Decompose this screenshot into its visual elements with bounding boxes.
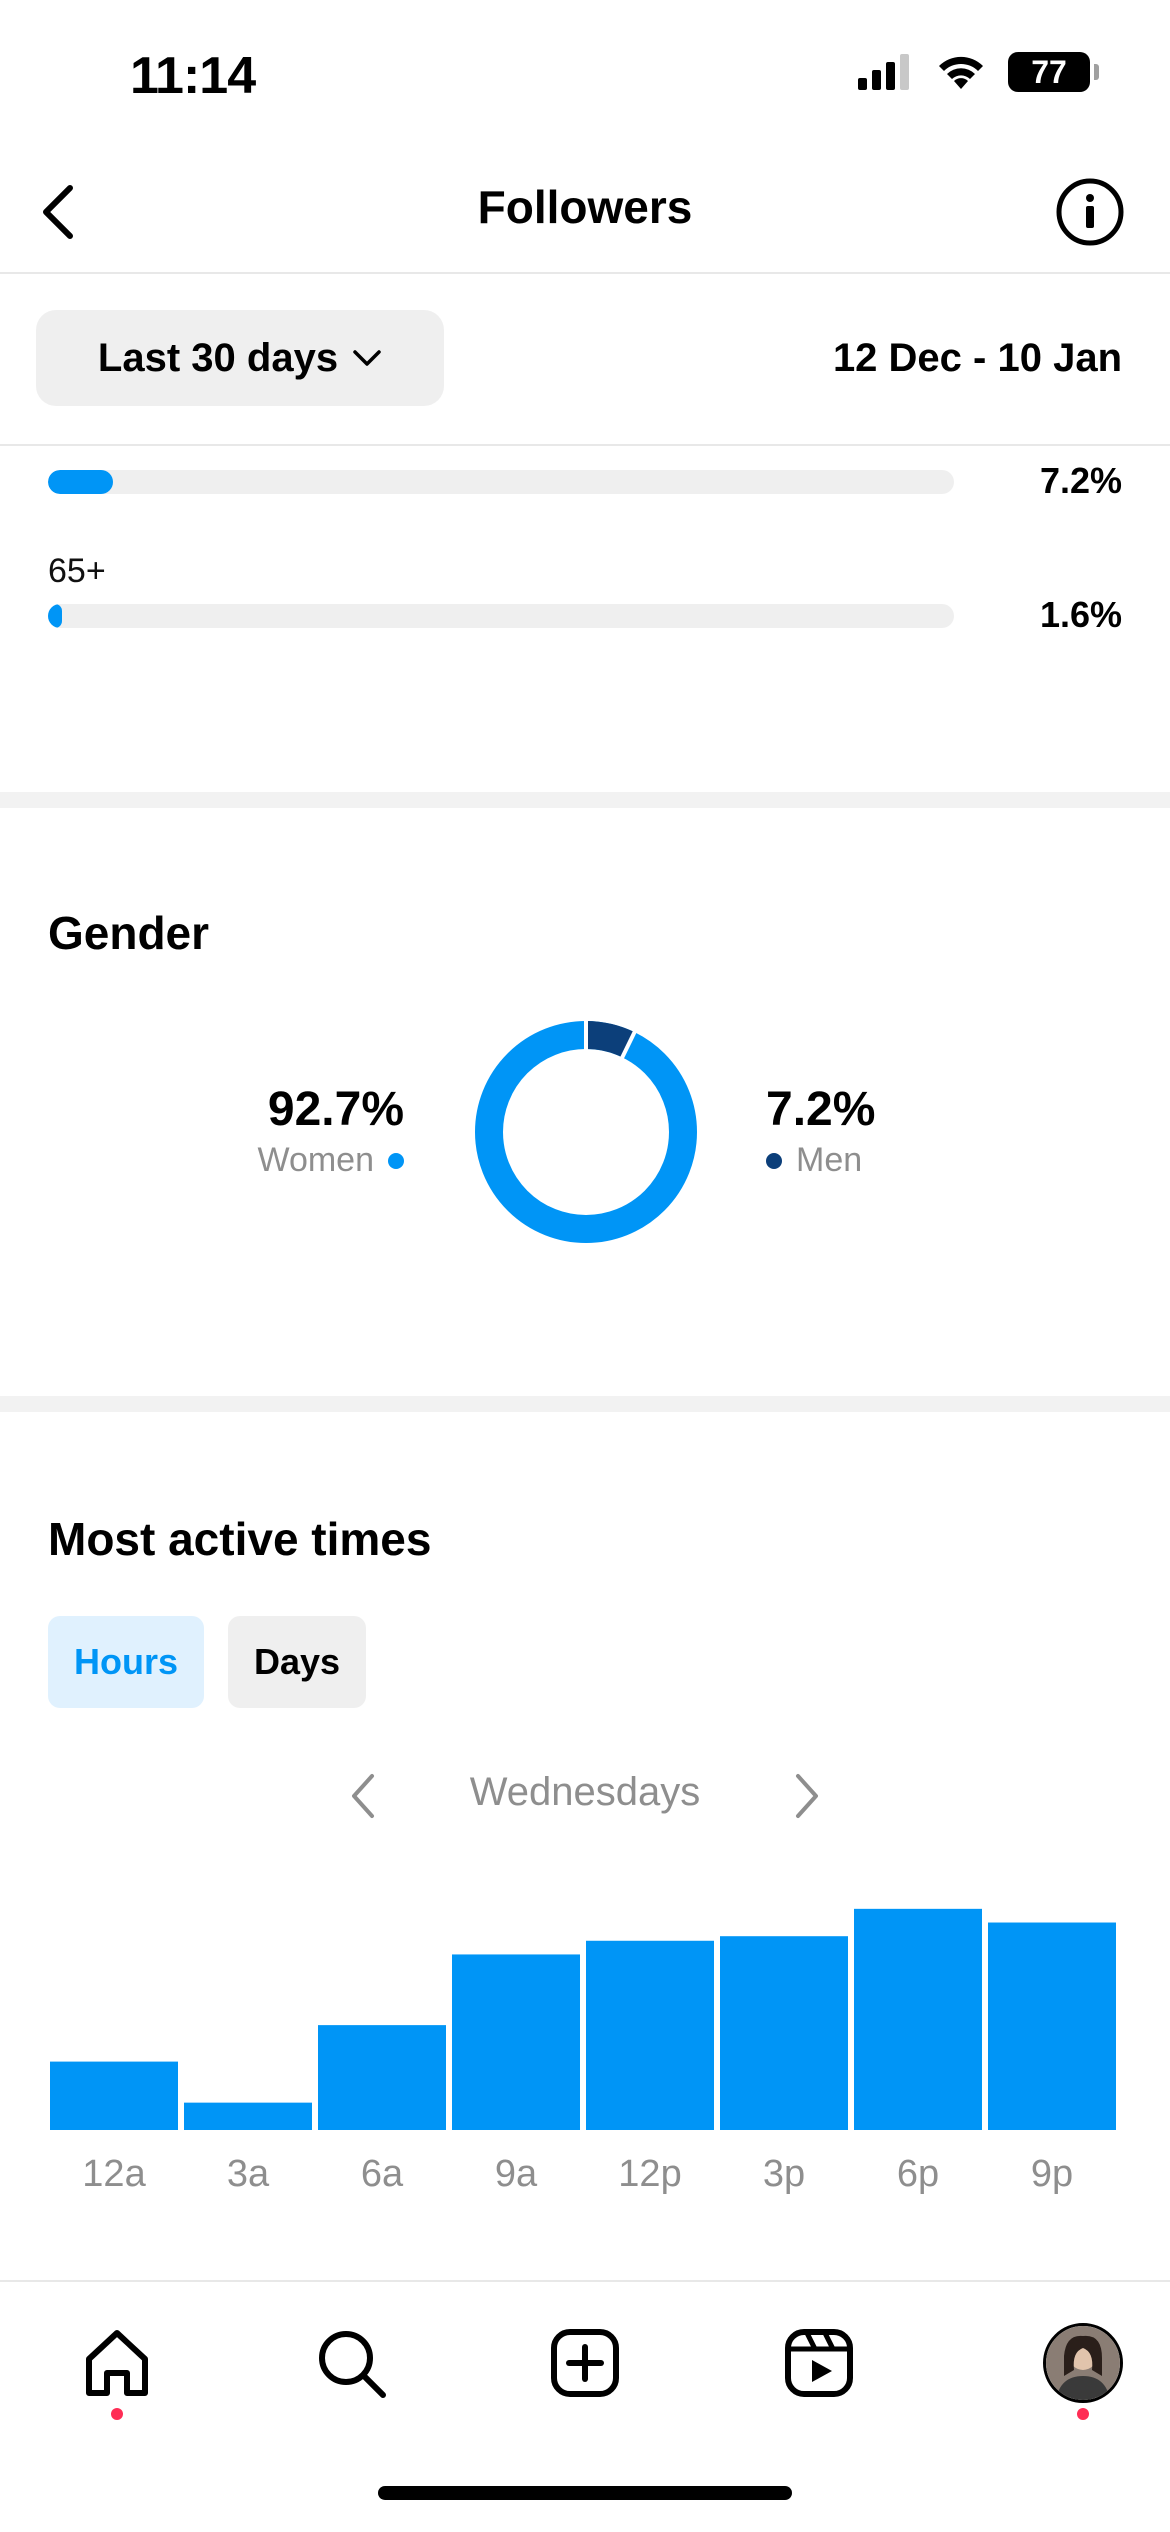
home-indicator bbox=[378, 2486, 792, 2500]
chart-bar-9a bbox=[452, 1954, 580, 2130]
create-icon bbox=[551, 2329, 619, 2397]
x-tick-label: 12p bbox=[618, 2153, 681, 2195]
tab-reels[interactable] bbox=[774, 2318, 864, 2408]
chart-bar-6a bbox=[318, 2025, 446, 2130]
x-tick-label: 12a bbox=[82, 2153, 146, 2195]
chart-bar-3a bbox=[184, 2102, 312, 2130]
age-percent: 7.2% bbox=[1039, 460, 1122, 501]
men-legend-dot bbox=[766, 1152, 782, 1169]
x-tick-label: 9a bbox=[495, 2153, 538, 2195]
tab-profile[interactable] bbox=[1038, 2318, 1128, 2420]
gender-men-stat: 7.2% Men bbox=[766, 1082, 875, 1180]
chevron-right-icon bbox=[796, 1774, 818, 1818]
battery-level: 77 bbox=[1031, 53, 1067, 90]
reels-icon bbox=[785, 2329, 853, 2397]
men-label: Men bbox=[796, 1141, 863, 1179]
age-range-section: 55-64 7.2% 65+ 1.6% bbox=[0, 448, 1170, 790]
age-bar-fill bbox=[48, 604, 63, 628]
days-toggle[interactable]: Days bbox=[228, 1616, 366, 1708]
x-tick-label: 3p bbox=[763, 2153, 805, 2195]
men-legend: Men bbox=[766, 1141, 875, 1180]
status-bar: 11:14 77 bbox=[0, 0, 1170, 150]
women-percent: 92.7% bbox=[267, 1083, 404, 1136]
chart-bar-12a bbox=[50, 2061, 178, 2130]
home-icon bbox=[86, 2330, 148, 2396]
nav-header: Followers bbox=[0, 150, 1170, 274]
x-tick-label: 9p bbox=[1031, 2153, 1073, 2195]
chart-bar-12p bbox=[586, 1940, 714, 2130]
next-day-button[interactable] bbox=[782, 1768, 832, 1824]
day-label: Wednesdays bbox=[469, 1770, 701, 1814]
chart-bar-9p bbox=[988, 1922, 1116, 2130]
date-range-dropdown[interactable]: Last 30 days bbox=[36, 310, 444, 406]
gender-title: Gender bbox=[48, 907, 210, 959]
x-tick-label: 3a bbox=[227, 2153, 270, 2195]
wifi-icon bbox=[939, 56, 983, 89]
cellular-signal-icon bbox=[858, 54, 909, 90]
most-active-times-title: Most active times bbox=[48, 1513, 432, 1565]
women-legend-dot bbox=[388, 1152, 404, 1169]
gender-women-stat: 92.7% Women bbox=[257, 1082, 404, 1180]
women-segment bbox=[475, 1021, 697, 1243]
filter-bar: Last 30 days 12 Dec - 10 Jan bbox=[0, 276, 1170, 446]
tab-home[interactable] bbox=[72, 2318, 162, 2420]
info-icon bbox=[1056, 178, 1124, 246]
search-icon bbox=[319, 2331, 386, 2398]
x-tick-label: 6a bbox=[361, 2153, 404, 2195]
men-segment bbox=[585, 1021, 635, 1058]
x-tick-label: 6p bbox=[897, 2153, 939, 2195]
status-icons: 77 bbox=[858, 52, 1099, 92]
tab-search[interactable] bbox=[306, 2318, 396, 2408]
chevron-down-icon bbox=[353, 350, 381, 366]
active-times-bar-chart: 12a 3a 6a 9a 12p 3p 6p 9p bbox=[50, 1908, 1116, 2195]
battery-icon: 77 bbox=[1008, 52, 1099, 92]
home-notification-dot bbox=[111, 2408, 123, 2420]
women-label: Women bbox=[257, 1141, 374, 1179]
date-range-dropdown-label: Last 30 days bbox=[97, 335, 339, 380]
avatar-image bbox=[1046, 2326, 1120, 2400]
day-pager: Wednesdays bbox=[0, 1760, 1170, 1830]
section-divider bbox=[0, 1396, 1170, 1412]
age-bar-track bbox=[48, 470, 954, 494]
info-button[interactable] bbox=[1050, 172, 1130, 252]
chart-bar-3p bbox=[720, 1936, 848, 2130]
profile-notification-dot bbox=[1077, 2408, 1089, 2420]
age-bar-track bbox=[48, 604, 954, 628]
avatar bbox=[1043, 2323, 1123, 2403]
tab-create[interactable] bbox=[540, 2318, 630, 2408]
age-label: 65+ bbox=[48, 552, 106, 590]
section-divider bbox=[0, 792, 1170, 808]
page-title: Followers bbox=[477, 181, 693, 233]
age-bar-fill bbox=[48, 470, 114, 494]
hours-toggle[interactable]: Hours bbox=[48, 1616, 204, 1708]
gender-donut-chart bbox=[475, 1020, 697, 1243]
date-range-text: 12 Dec - 10 Jan bbox=[832, 336, 1122, 380]
men-percent: 7.2% bbox=[766, 1083, 876, 1136]
chart-bar-6p bbox=[854, 1908, 982, 2130]
age-percent: 1.6% bbox=[1039, 594, 1122, 635]
women-legend: Women bbox=[257, 1141, 404, 1180]
status-time: 11:14 bbox=[130, 47, 256, 105]
